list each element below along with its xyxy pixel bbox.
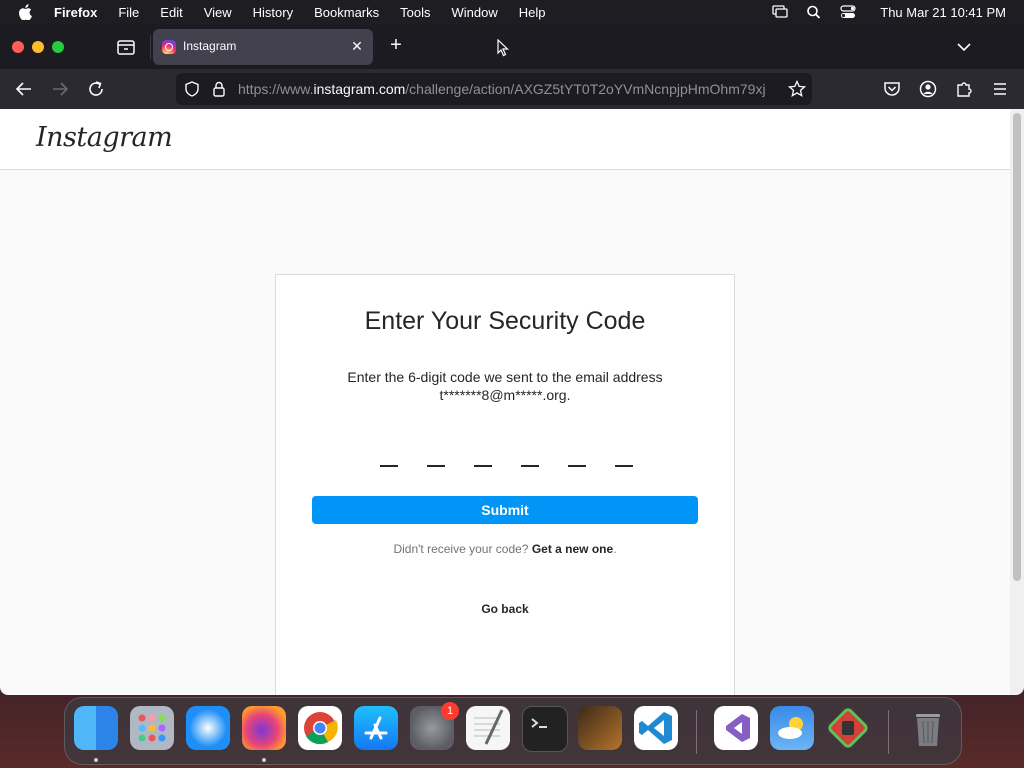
safari-icon[interactable]: [186, 706, 230, 750]
url-host: instagram.com: [313, 81, 406, 97]
fullscreen-window-button[interactable]: [52, 41, 64, 53]
page-title: Enter Your Security Code: [364, 307, 646, 335]
instagram-favicon-icon: [162, 40, 176, 54]
code-digit-6[interactable]: [615, 435, 633, 467]
list-all-tabs-icon[interactable]: [956, 39, 972, 55]
weather-icon[interactable]: [770, 706, 814, 750]
vscode-icon[interactable]: [634, 706, 678, 750]
menu-window[interactable]: Window: [452, 5, 498, 20]
screen-mirroring-icon[interactable]: [772, 5, 788, 19]
chrome-icon[interactable]: [298, 706, 342, 750]
new-tab-button[interactable]: +: [386, 35, 406, 55]
page-content: Instagram Enter Your Security Code Enter…: [0, 109, 1010, 695]
menu-view[interactable]: View: [204, 5, 232, 20]
finder-icon[interactable]: [74, 706, 118, 750]
submit-button[interactable]: Submit: [312, 496, 698, 524]
firefox-window: Instagram ✕ + https://www.instagram.com/…: [0, 25, 1024, 695]
dock: 1: [64, 697, 962, 765]
url-path: /challenge/action/AXGZ5tYT0T2oYVmNcnpjpH…: [405, 81, 766, 97]
scrollbar-thumb[interactable]: [1013, 113, 1021, 581]
code-digit-4[interactable]: [521, 435, 539, 467]
firefox-running-indicator: [262, 758, 266, 762]
menu-tools[interactable]: Tools: [400, 5, 430, 20]
app-store-icon[interactable]: [354, 706, 398, 750]
reload-icon[interactable]: [86, 79, 106, 99]
textedit-icon[interactable]: [466, 706, 510, 750]
instructions-line: Enter the 6-digit code we sent to the em…: [347, 369, 663, 385]
close-window-button[interactable]: [12, 41, 24, 53]
apple-menu-icon[interactable]: [18, 4, 32, 20]
url-bar[interactable]: https://www.instagram.com/challenge/acti…: [176, 73, 812, 105]
close-tab-icon[interactable]: ✕: [349, 38, 365, 54]
resend-prompt: Didn't receive your code?: [393, 542, 529, 556]
menu-edit[interactable]: Edit: [160, 5, 182, 20]
menu-bookmarks[interactable]: Bookmarks: [314, 5, 379, 20]
resend-period: .: [613, 542, 617, 556]
masked-email: t*******8@m*****.org.: [439, 387, 571, 403]
instagram-header: Instagram: [0, 109, 1010, 170]
code-instructions: Enter the 6-digit code we sent to the em…: [316, 368, 694, 404]
code-digit-1[interactable]: [380, 435, 398, 467]
hamburger-menu-icon[interactable]: [990, 79, 1010, 99]
control-center-icon[interactable]: [840, 5, 856, 19]
code-digit-3[interactable]: [474, 435, 492, 467]
extensions-puzzle-icon[interactable]: [954, 79, 974, 99]
firefox-view-icon[interactable]: [116, 38, 136, 56]
menu-app-name[interactable]: Firefox: [54, 5, 97, 20]
tab-separator: [150, 35, 151, 59]
security-code-inputs: [380, 435, 636, 467]
launchpad-icon[interactable]: [130, 706, 174, 750]
code-digit-2[interactable]: [427, 435, 445, 467]
menu-help[interactable]: Help: [519, 5, 546, 20]
go-back-link[interactable]: Go back: [276, 602, 734, 616]
finder-running-indicator: [94, 758, 98, 762]
terminal-icon[interactable]: [522, 706, 568, 752]
menu-bar-clock[interactable]: Thu Mar 21 10:41 PM: [880, 5, 1006, 20]
url-text: https://www.instagram.com/challenge/acti…: [238, 81, 778, 99]
url-scheme: https://www.: [238, 81, 314, 97]
forward-arrow-icon[interactable]: [50, 79, 70, 99]
menu-bar: Firefox File Edit View History Bookmarks…: [0, 0, 1024, 24]
resend-code-text: Didn't receive your code? Get a new one.: [276, 542, 734, 556]
bookmark-star-icon[interactable]: [788, 80, 806, 98]
firefox-icon[interactable]: [242, 706, 286, 750]
dock-separator: [696, 710, 697, 754]
mouse-pointer-icon: [497, 39, 509, 57]
menu-history[interactable]: History: [253, 5, 293, 20]
notification-badge: 1: [441, 702, 459, 720]
spotlight-search-icon[interactable]: [806, 5, 822, 19]
code-digit-5[interactable]: [568, 435, 586, 467]
pocket-icon[interactable]: [882, 79, 902, 99]
dock-separator-trash: [888, 710, 889, 754]
instagram-logo[interactable]: Instagram: [36, 122, 173, 153]
tab-title: Instagram: [183, 39, 237, 53]
navigation-toolbar: https://www.instagram.com/challenge/acti…: [0, 69, 1024, 109]
visual-studio-icon[interactable]: [714, 706, 758, 750]
tab-instagram[interactable]: Instagram ✕: [153, 29, 373, 65]
security-code-card: Enter Your Security Code Enter the 6-dig…: [275, 274, 735, 695]
get-new-code-link[interactable]: Get a new one: [532, 542, 613, 556]
trash-icon[interactable]: [906, 706, 950, 750]
account-icon[interactable]: [918, 79, 938, 99]
back-arrow-icon[interactable]: [14, 79, 34, 99]
lock-icon[interactable]: [212, 81, 226, 97]
tracking-protection-shield-icon[interactable]: [184, 81, 200, 97]
garageband-icon[interactable]: [578, 706, 622, 750]
tab-bar: Instagram ✕ +: [0, 25, 1024, 69]
game-app-icon[interactable]: [826, 706, 870, 750]
menu-file[interactable]: File: [118, 5, 139, 20]
minimize-window-button[interactable]: [32, 41, 44, 53]
